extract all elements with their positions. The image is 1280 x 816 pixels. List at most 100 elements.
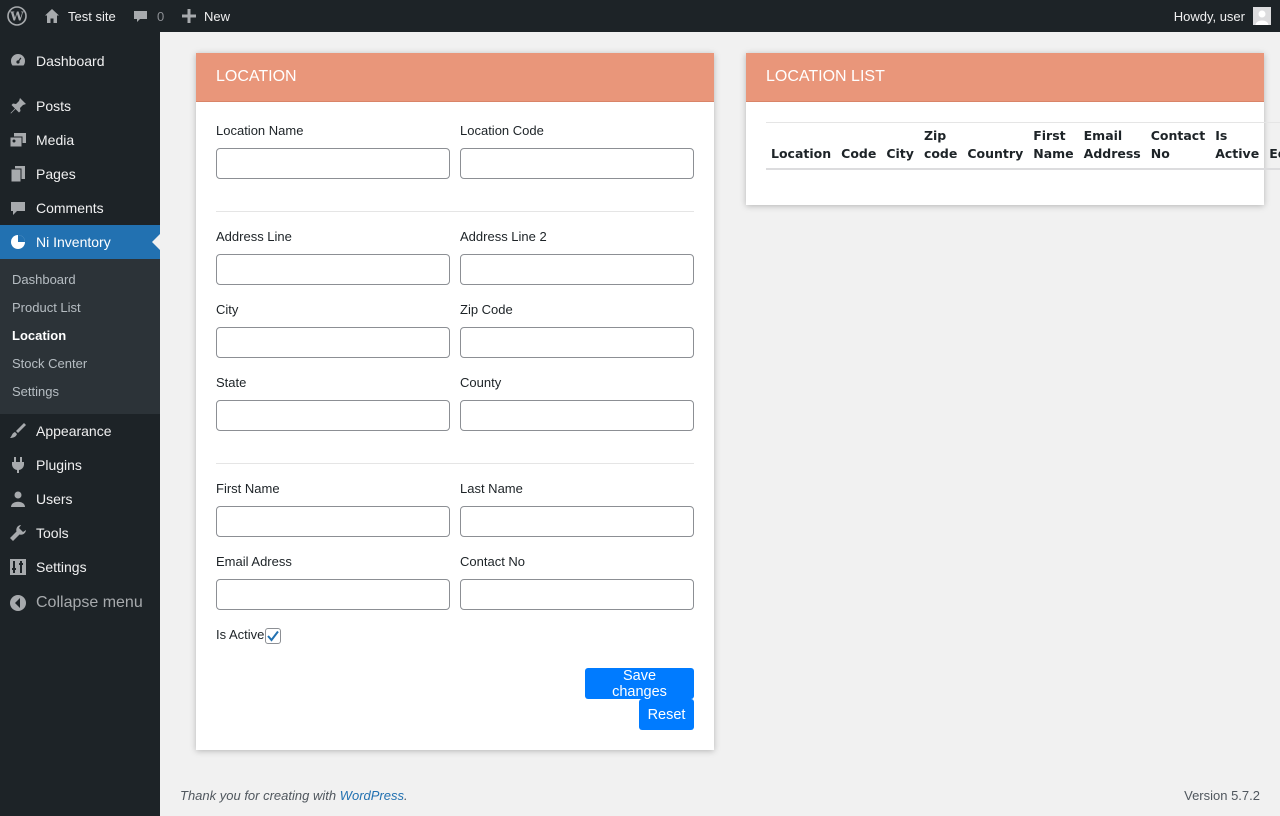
email-address-label: Email Adress xyxy=(216,554,292,569)
menu-label: Tools xyxy=(36,525,69,541)
menu-ni-inventory[interactable]: Ni Inventory xyxy=(0,225,160,259)
column-header-city: City xyxy=(881,122,919,170)
menu-label: Comments xyxy=(36,200,104,216)
comments-count: 0 xyxy=(157,8,165,24)
greeting: Howdy, user xyxy=(1173,8,1245,24)
media-icon xyxy=(8,130,28,150)
menu-pages[interactable]: Pages xyxy=(0,157,160,191)
footer-period: . xyxy=(404,788,408,803)
county-input[interactable] xyxy=(460,400,694,431)
menu-label: Settings xyxy=(36,559,87,575)
menu-label: Dashboard xyxy=(36,53,105,69)
column-header-zip-code: Zip code xyxy=(918,122,963,170)
address-line-label: Address Line xyxy=(216,229,292,244)
footer-version: Version 5.7.2 xyxy=(1184,788,1260,803)
email-address-input[interactable] xyxy=(216,579,450,610)
menu-label: Plugins xyxy=(36,457,82,473)
footer-thanks: Thank you for creating with WordPress. xyxy=(180,788,408,803)
zip-code-input[interactable] xyxy=(460,327,694,358)
menu-label: Ni Inventory xyxy=(36,234,111,250)
menu-comments[interactable]: Comments xyxy=(0,191,160,225)
menu-label: Users xyxy=(36,491,73,507)
submenu-stock-center[interactable]: Stock Center xyxy=(12,356,87,371)
location-list-header: LOCATION LIST xyxy=(746,53,1264,102)
menu-plugins[interactable]: Plugins xyxy=(0,448,160,482)
footer-thanks-text: Thank you for creating with xyxy=(180,788,340,803)
column-header-contact-no: Contact No xyxy=(1145,122,1211,170)
menu-label: Media xyxy=(36,132,75,148)
dashboard-icon xyxy=(8,51,28,71)
menu-posts[interactable]: Posts xyxy=(0,89,160,123)
column-header-is-active: Is Active xyxy=(1210,122,1265,170)
location-list-card: LOCATION LIST Location Code City Zip code… xyxy=(746,53,1280,205)
first-name-input[interactable] xyxy=(216,506,450,537)
location-name-label: Location Name xyxy=(216,123,304,138)
menu-settings[interactable]: Settings xyxy=(0,550,160,584)
submenu-settings[interactable]: Settings xyxy=(12,384,59,399)
city-input[interactable] xyxy=(216,327,450,358)
pie-chart-icon xyxy=(8,232,28,252)
address-line2-input[interactable] xyxy=(460,254,694,285)
home-icon xyxy=(44,8,60,24)
reset-button[interactable]: Reset xyxy=(639,699,694,730)
location-code-label: Location Code xyxy=(460,123,544,138)
wordpress-link[interactable]: WordPress xyxy=(340,788,404,803)
column-header-email-address: Email Address xyxy=(1078,122,1146,170)
is-active-checkbox[interactable] xyxy=(265,628,281,644)
column-header-first-name: First Name xyxy=(1028,122,1079,170)
state-label: State xyxy=(216,375,247,390)
wordpress-logo-icon[interactable]: W xyxy=(7,0,27,32)
section-divider xyxy=(216,463,694,464)
address-line-input[interactable] xyxy=(216,254,450,285)
menu-tools[interactable]: Tools xyxy=(0,516,160,550)
menu-label: Posts xyxy=(36,98,72,114)
is-active-label: Is Active xyxy=(216,627,265,642)
site-name: Test site xyxy=(68,8,116,24)
svg-text:W: W xyxy=(9,10,24,24)
menu-media[interactable]: Media xyxy=(0,123,160,157)
pages-icon xyxy=(8,164,28,184)
location-name-input[interactable] xyxy=(216,148,450,179)
column-header-location: Location xyxy=(766,122,837,170)
plugin-icon xyxy=(8,455,28,475)
collapse-menu-button[interactable]: Collapse menu xyxy=(0,586,160,620)
location-code-input[interactable] xyxy=(460,148,694,179)
menu-appearance[interactable]: Appearance xyxy=(0,414,160,448)
contact-no-input[interactable] xyxy=(460,579,694,610)
location-form-header: LOCATION xyxy=(196,53,714,102)
comment-bubble-icon xyxy=(133,9,148,24)
menu-label: Pages xyxy=(36,166,76,182)
menu-label: Appearance xyxy=(36,423,112,439)
state-input[interactable] xyxy=(216,400,450,431)
save-changes-button[interactable]: Save changes xyxy=(585,668,694,700)
submenu-location[interactable]: Location xyxy=(12,328,66,343)
avatar xyxy=(1253,7,1271,25)
zip-code-label: Zip Code xyxy=(460,302,513,317)
new-content-link[interactable]: New xyxy=(182,0,230,32)
menu-dashboard[interactable]: Dashboard xyxy=(0,44,160,78)
current-menu-arrow xyxy=(152,234,160,250)
plus-icon xyxy=(182,9,196,23)
site-name-link[interactable]: Test site xyxy=(44,0,116,32)
address-line2-label: Address Line 2 xyxy=(460,229,547,244)
submenu-product-list[interactable]: Product List xyxy=(12,300,81,315)
last-name-input[interactable] xyxy=(460,506,694,537)
location-form-card: LOCATION Location Name Location Code Add… xyxy=(196,53,714,750)
admin-bar: W Test site 0 New Howdy, user xyxy=(0,0,1280,32)
menu-users[interactable]: Users xyxy=(0,482,160,516)
column-header-edit: Edit xyxy=(1264,122,1280,170)
location-table: Location Code City Zip code Country First… xyxy=(766,122,1280,170)
checkmark-icon xyxy=(267,630,279,642)
column-header-country: Country xyxy=(962,122,1029,170)
comments-link[interactable]: 0 xyxy=(133,0,164,32)
brush-icon xyxy=(8,421,28,441)
table-header-row: Location Code City Zip code Country First… xyxy=(766,122,1280,170)
submenu-dashboard[interactable]: Dashboard xyxy=(12,272,76,287)
city-label: City xyxy=(216,302,239,317)
users-icon xyxy=(8,489,28,509)
last-name-label: Last Name xyxy=(460,481,523,496)
comments-icon xyxy=(8,198,28,218)
contact-no-label: Contact No xyxy=(460,554,526,569)
admin-sidebar: Dashboard Posts Media Pages Comments Ni … xyxy=(0,32,160,816)
account-link[interactable]: Howdy, user xyxy=(1174,0,1271,32)
